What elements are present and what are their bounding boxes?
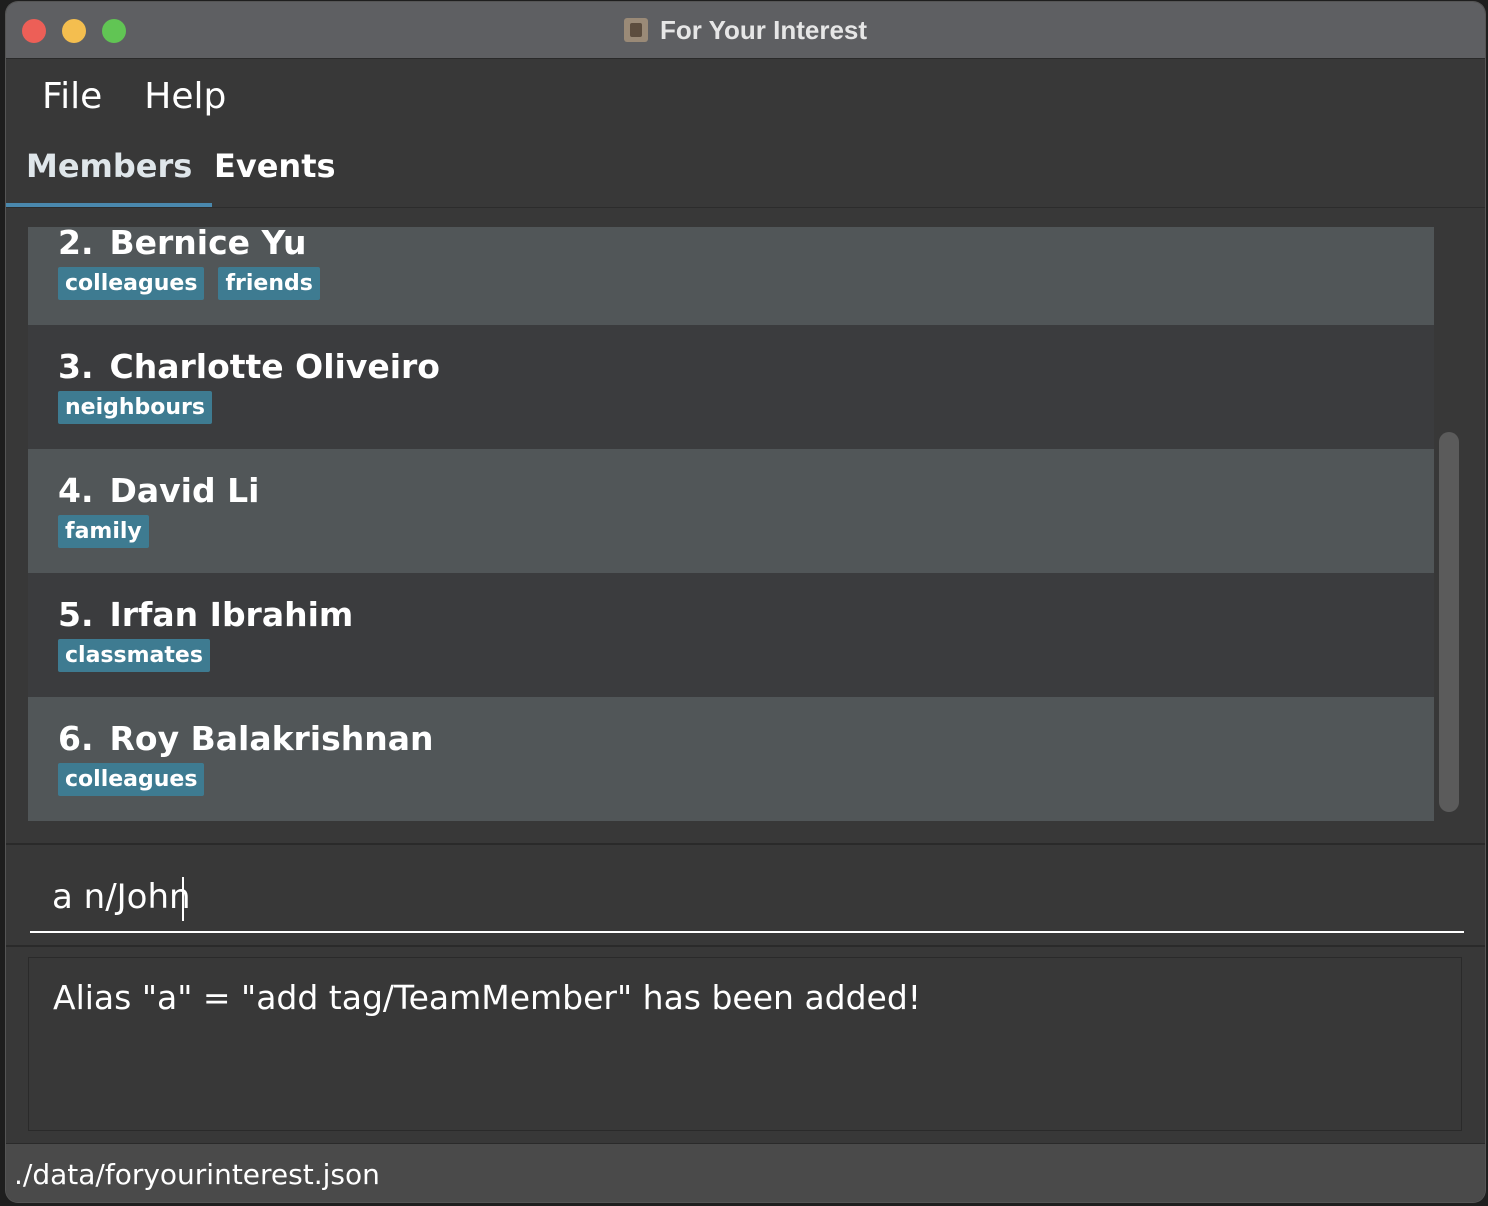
list-item[interactable]: 4. David Li family [28, 449, 1434, 573]
member-name: 4. David Li [58, 471, 259, 510]
member-name-text: Irfan Ibrahim [109, 595, 354, 634]
member-tags: classmates [58, 639, 224, 672]
member-index: 3. [58, 347, 94, 386]
member-name: 6. Roy Balakrishnan [58, 719, 434, 758]
member-name: 2. Bernice Yu [58, 227, 307, 262]
window-title: For Your Interest [659, 14, 868, 45]
member-index: 4. [58, 471, 94, 510]
tag-badge: classmates [58, 639, 210, 672]
member-index: 2. [58, 227, 94, 262]
status-bar: ./data/foryourinterest.json [6, 1143, 1485, 1202]
member-name-text: Roy Balakrishnan [109, 719, 434, 758]
save-file-path: ./data/foryourinterest.json [14, 1158, 380, 1191]
text-caret [182, 877, 184, 921]
title-bar: For Your Interest [6, 2, 1485, 59]
tab-members[interactable]: Members [6, 133, 213, 207]
menu-file[interactable]: File [42, 76, 102, 117]
member-name: 3. Charlotte Oliveiro [58, 347, 440, 386]
tag-badge: colleagues [58, 267, 205, 300]
tag-badge: colleagues [58, 763, 205, 796]
member-name-text: Charlotte Oliveiro [109, 347, 440, 386]
member-index: 6. [58, 719, 94, 758]
app-icon [623, 18, 648, 42]
member-name-text: Bernice Yu [109, 227, 307, 262]
title-wrap: For Your Interest [6, 2, 1485, 58]
list-item[interactable]: 6. Roy Balakrishnan colleagues [28, 697, 1434, 821]
member-name-text: David Li [109, 471, 260, 510]
member-list: 2. Bernice Yu colleagues friends 3. Charlo… [28, 227, 1434, 821]
member-name: 5. Irfan Ibrahim [58, 595, 353, 634]
list-scrollbar[interactable] [1439, 432, 1459, 812]
tab-bar: Members Events [6, 133, 1485, 208]
tab-events[interactable]: Events [194, 133, 356, 203]
member-tags: colleagues friends [58, 267, 334, 300]
command-box [6, 843, 1485, 947]
member-tags: colleagues [58, 763, 218, 796]
member-tags: neighbours [58, 391, 226, 424]
command-input[interactable] [30, 863, 1464, 933]
menu-help[interactable]: Help [144, 76, 226, 117]
tag-badge: friends [218, 267, 320, 300]
member-tags: family [58, 515, 163, 548]
member-index: 5. [58, 595, 94, 634]
list-item[interactable]: 5. Irfan Ibrahim classmates [28, 573, 1434, 697]
tag-badge: neighbours [58, 391, 213, 424]
result-message: Alias "a" = "add tag/TeamMember" has bee… [53, 978, 922, 1017]
tag-badge: family [58, 515, 149, 548]
app-window: For Your Interest File Help Members Even… [6, 2, 1485, 1202]
list-item[interactable]: 3. Charlotte Oliveiro neighbours [28, 325, 1434, 449]
result-display: Alias "a" = "add tag/TeamMember" has bee… [28, 957, 1462, 1131]
menu-bar: File Help [6, 59, 1485, 133]
